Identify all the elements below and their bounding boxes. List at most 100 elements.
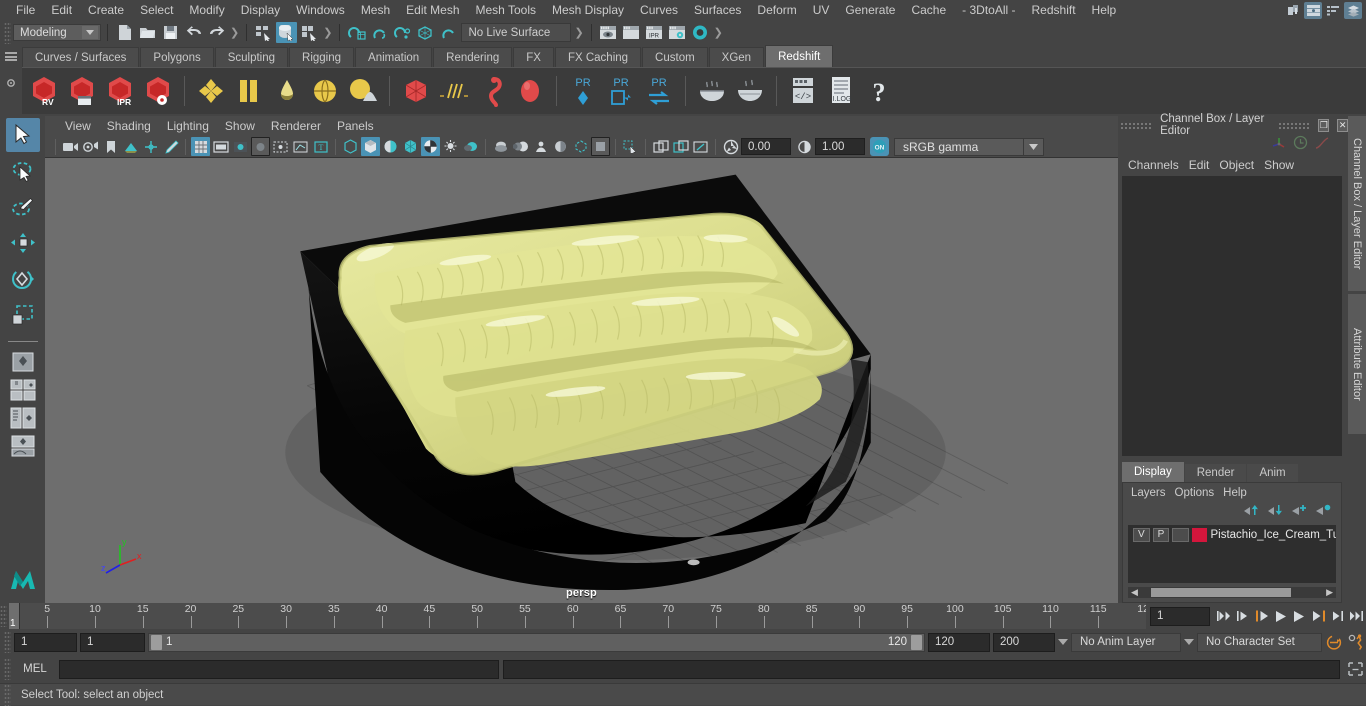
shelf-tab-curves-surfaces[interactable]: Curves / Surfaces <box>22 47 140 67</box>
layer-tab-render[interactable]: Render <box>1184 464 1247 482</box>
viewport-menu-shading[interactable]: Shading <box>99 116 159 136</box>
shelf-tab-fx-caching[interactable]: FX Caching <box>554 47 642 67</box>
menu-edit-mesh[interactable]: Edit Mesh <box>398 0 467 20</box>
channel-box-menu-object[interactable]: Object <box>1219 155 1264 175</box>
wireframe-mode-icon[interactable] <box>341 137 360 156</box>
single-perspective-layout-icon[interactable] <box>6 349 40 375</box>
animation-preferences-icon[interactable] <box>1347 631 1366 653</box>
menu-edit[interactable]: Edit <box>43 0 80 20</box>
shaded-wireframe-icon[interactable] <box>381 137 400 156</box>
shelf-tab-polygons[interactable]: Polygons <box>140 47 214 67</box>
snap-grid-icon[interactable] <box>346 22 367 43</box>
shelf-tab-sculpting[interactable]: Sculpting <box>214 47 289 67</box>
texture-toggle-icon[interactable]: T <box>311 137 330 156</box>
two-d-pan-zoom-icon[interactable] <box>141 137 160 156</box>
grease-pencil-icon[interactable] <box>161 137 180 156</box>
rotate-tool-icon[interactable] <box>6 262 40 296</box>
snap-point-icon[interactable] <box>392 22 413 43</box>
play-backwards-icon[interactable] <box>1271 605 1290 627</box>
image-plane-icon[interactable] <box>121 137 140 156</box>
save-scene-icon[interactable] <box>160 22 181 43</box>
go-to-end-icon[interactable] <box>1347 605 1366 627</box>
depth-of-field-icon[interactable] <box>551 137 570 156</box>
current-frame-field[interactable]: 1 <box>1150 606 1210 626</box>
shelf-tab-rendering[interactable]: Rendering <box>433 47 513 67</box>
command-line-grip[interactable] <box>4 658 11 680</box>
layer-row[interactable]: V P Pistachio_Ice_Cream_Tu <box>1128 525 1336 542</box>
menu-curves[interactable]: Curves <box>632 0 686 20</box>
selection-highlight-icon[interactable] <box>621 137 640 156</box>
bookmark-icon[interactable] <box>101 137 120 156</box>
layer-color-swatch[interactable] <box>1191 527 1208 542</box>
render-region-icon[interactable] <box>621 22 642 43</box>
menu-modify[interactable]: Modify <box>181 0 232 20</box>
layer-playback-toggle[interactable]: P <box>1152 527 1170 542</box>
render-view-icon[interactable] <box>598 22 619 43</box>
rs-volume-icon[interactable] <box>474 71 510 111</box>
panel-layout-two-icon[interactable] <box>1304 1 1322 19</box>
menu-surfaces[interactable]: Surfaces <box>686 0 749 20</box>
step-back-keyframe-icon[interactable] <box>1233 605 1252 627</box>
exposure-value-field[interactable]: 0.00 <box>741 138 791 156</box>
curve-icon[interactable] <box>1314 136 1330 153</box>
rs-light-spot-icon[interactable] <box>345 71 381 111</box>
redshift-rv-seq-icon[interactable] <box>64 71 100 111</box>
layer-menu-layers[interactable]: Layers <box>1131 483 1175 503</box>
scroll-thumb[interactable] <box>1150 588 1291 597</box>
menu-mesh-tools[interactable]: Mesh Tools <box>468 0 544 20</box>
viewport-menu-renderer[interactable]: Renderer <box>263 116 329 136</box>
range-end-field[interactable]: 120 <box>928 632 990 652</box>
outliner-persp-layout-icon[interactable] <box>6 405 40 431</box>
viewport-menu-panels[interactable]: Panels <box>329 116 382 136</box>
layer-tab-display[interactable]: Display <box>1122 462 1184 482</box>
viewport-menu-lighting[interactable]: Lighting <box>159 116 217 136</box>
play-forwards-icon[interactable] <box>1290 605 1309 627</box>
menuset-selector[interactable]: Modeling <box>13 24 101 41</box>
channel-box-menu-edit[interactable]: Edit <box>1189 155 1220 175</box>
open-scene-icon[interactable] <box>137 22 158 43</box>
go-to-start-icon[interactable] <box>1214 605 1233 627</box>
shelf-tab-redshift[interactable]: Redshift <box>765 45 834 67</box>
menu-file[interactable]: File <box>8 0 43 20</box>
step-forward-keyframe-icon[interactable] <box>1328 605 1347 627</box>
shelf-tab-xgen[interactable]: XGen <box>708 47 765 67</box>
menu-windows[interactable]: Windows <box>288 0 353 20</box>
shelf-menu-icon[interactable] <box>5 52 17 61</box>
toggle-render-icon[interactable] <box>690 22 711 43</box>
channel-box-menu-show[interactable]: Show <box>1264 155 1304 175</box>
collapse-arrow-icon[interactable]: ❯ <box>230 26 239 39</box>
close-window-icon[interactable]: ✕ <box>1337 118 1348 132</box>
snap-curve-icon[interactable] <box>369 22 390 43</box>
film-gate-icon[interactable] <box>211 137 230 156</box>
rs-light-area-icon[interactable] <box>307 71 343 111</box>
color-profile-select[interactable]: sRGB gamma <box>894 137 1024 156</box>
3d-viewport[interactable]: y x z persp <box>45 158 1118 603</box>
redshift-settings-icon[interactable] <box>140 71 176 111</box>
redshift-ipr-icon[interactable]: IPR <box>102 71 138 111</box>
layer-tab-anim[interactable]: Anim <box>1247 464 1298 482</box>
layer-shading-toggle[interactable] <box>1172 527 1189 542</box>
rs-hair-icon[interactable] <box>436 71 472 111</box>
vertical-tab-channel-box[interactable]: Channel Box / Layer Editor <box>1348 116 1366 291</box>
gamma-icon[interactable] <box>795 137 814 156</box>
help-line-grip[interactable] <box>4 683 11 706</box>
lasso-select-tool-icon[interactable] <box>6 154 40 188</box>
snap-view-icon[interactable] <box>438 22 459 43</box>
render-settings-icon[interactable] <box>667 22 688 43</box>
clock-icon[interactable] <box>1293 135 1308 153</box>
anim-layer-chevron-icon[interactable] <box>1058 639 1068 645</box>
pr-export-icon[interactable]: PR <box>603 71 639 111</box>
command-input[interactable] <box>59 659 499 679</box>
rs-proxy-icon[interactable] <box>398 71 434 111</box>
anti-alias-icon[interactable] <box>531 137 550 156</box>
step-forward-frame-icon[interactable] <box>1309 605 1328 627</box>
exposure-icon[interactable] <box>721 137 740 156</box>
render-current-frame-icon[interactable] <box>651 137 670 156</box>
character-set-select[interactable]: No Character Set <box>1197 632 1322 652</box>
live-surface-field[interactable]: No Live Surface <box>461 23 572 42</box>
new-layer-from-selected-icon[interactable] <box>1315 504 1331 520</box>
script-editor-icon[interactable] <box>1344 659 1366 679</box>
channel-box-menu-channels[interactable]: Channels <box>1128 155 1189 175</box>
statusline-grip[interactable] <box>4 21 11 44</box>
timeline-current-frame-cursor[interactable]: 1 <box>9 603 20 629</box>
